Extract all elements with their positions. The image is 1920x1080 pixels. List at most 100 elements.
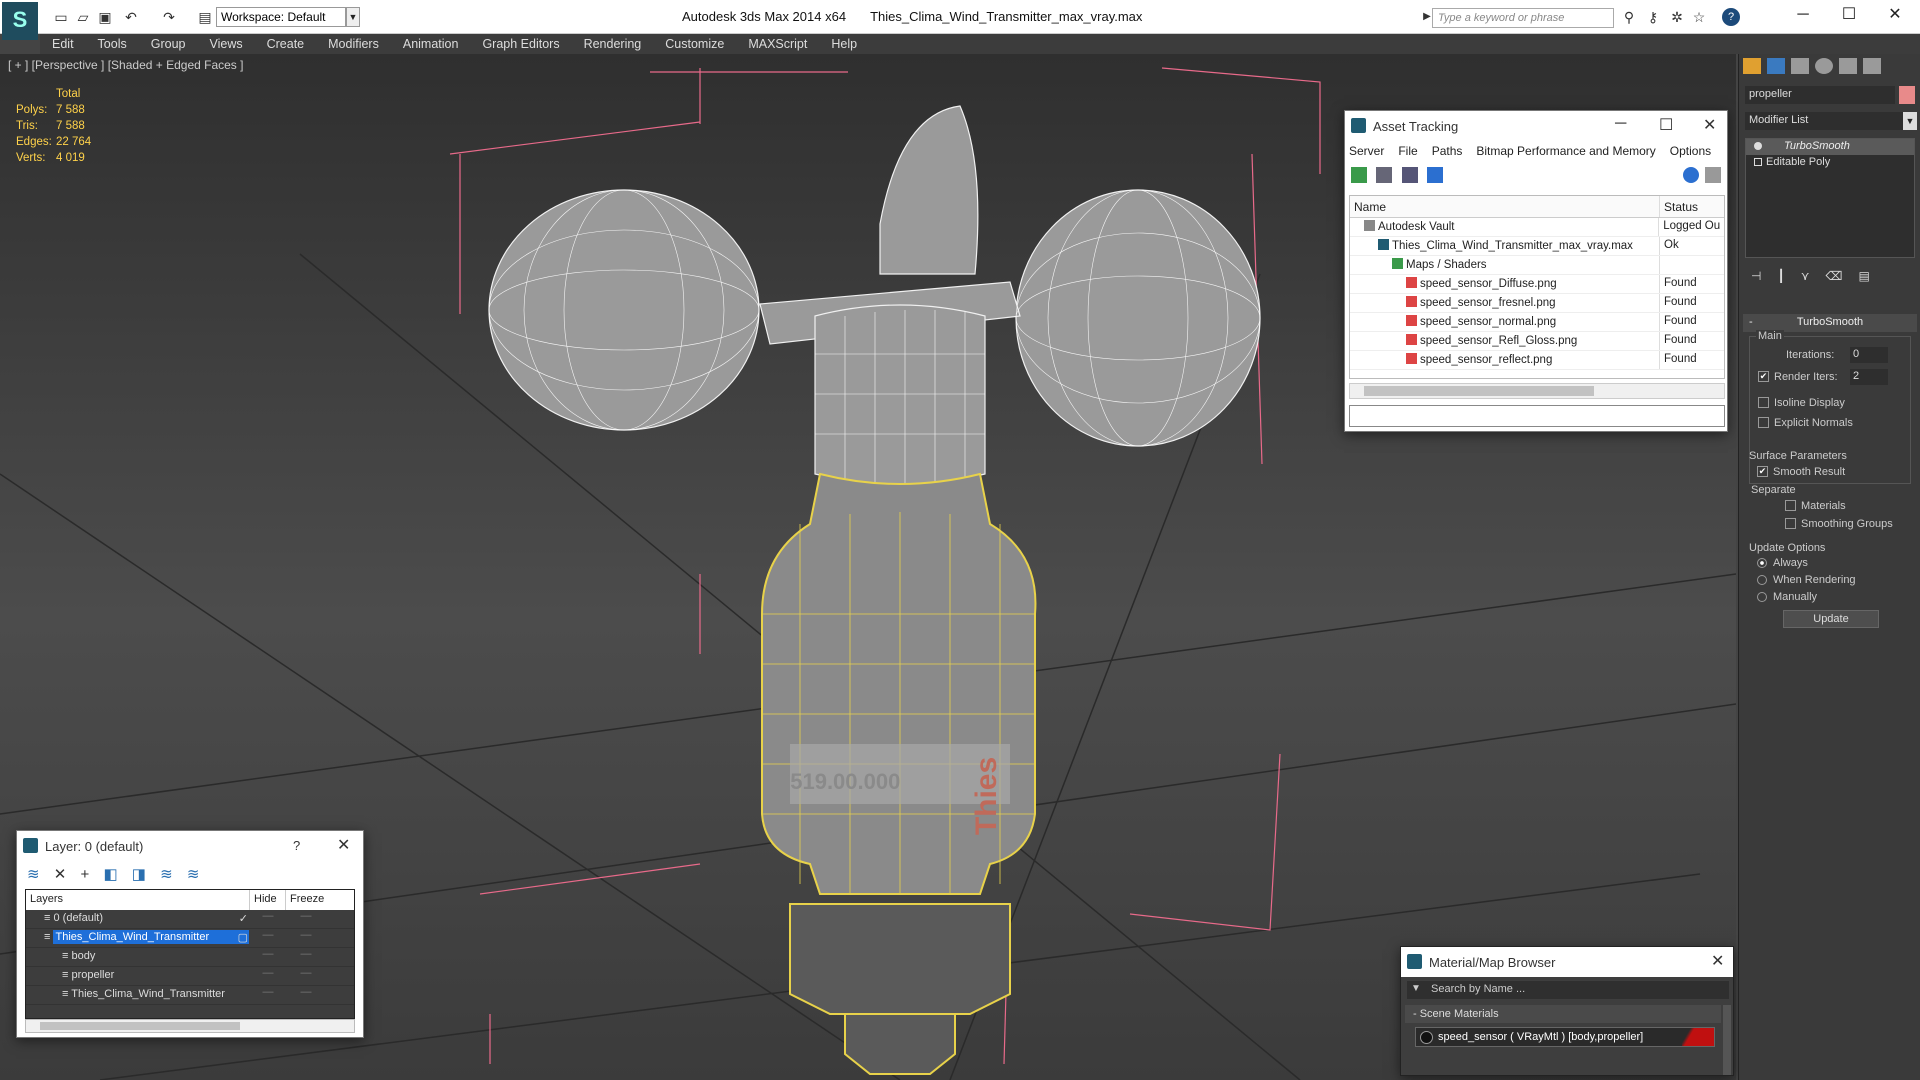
menu-group[interactable]: Group <box>139 34 198 54</box>
hide-toggle[interactable]: — <box>250 948 286 966</box>
menu-maxscript[interactable]: MAXScript <box>736 34 819 54</box>
layer-checkbox[interactable]: ▢ <box>238 931 248 944</box>
menu-rendering[interactable]: Rendering <box>572 34 654 54</box>
freeze-toggle[interactable]: — <box>286 967 326 985</box>
add-to-layer-icon[interactable]: + <box>81 866 90 883</box>
hide-toggle[interactable]: — <box>250 986 286 1004</box>
object-color-swatch[interactable] <box>1899 86 1915 104</box>
maximize-icon[interactable]: ☐ <box>1659 115 1673 135</box>
settings-icon[interactable] <box>1705 167 1721 183</box>
asset-row[interactable]: speed_sensor_Diffuse.png Found <box>1350 275 1724 294</box>
layer-horizontal-scrollbar[interactable] <box>25 1019 355 1033</box>
menu-edit[interactable]: Edit <box>40 34 86 54</box>
layer-dialog-titlebar[interactable]: Layer: 0 (default) ? ✕ <box>17 831 363 861</box>
network-icon[interactable]: ✲ <box>1668 8 1686 26</box>
stack-item-editable-poly[interactable]: Editable Poly <box>1746 155 1914 171</box>
close-icon[interactable]: ✕ <box>1703 115 1716 135</box>
menu-tools[interactable]: Tools <box>86 34 139 54</box>
app-logo-icon[interactable]: S <box>2 2 38 40</box>
help-icon[interactable] <box>1683 167 1699 183</box>
asset-tracking-titlebar[interactable]: Asset Tracking ─ ☐ ✕ <box>1345 111 1727 141</box>
grid-view-icon[interactable] <box>1427 167 1444 183</box>
hierarchy-tab-icon[interactable] <box>1791 58 1809 74</box>
delete-layer-icon[interactable]: ✕ <box>54 866 67 883</box>
close-icon[interactable]: ✕ <box>1711 951 1724 971</box>
select-objects-icon[interactable]: ◧ <box>103 866 117 883</box>
key-icon[interactable]: ⚷ <box>1644 8 1662 26</box>
viewport-label[interactable]: [ + ] [Perspective ] [Shaded + Edged Fac… <box>8 58 243 72</box>
layer-row[interactable]: ≡ Thies_Clima_Wind_Transmitter — — <box>26 986 354 1005</box>
open-file-icon[interactable]: ▱ <box>74 8 92 26</box>
remove-modifier-icon[interactable]: ⌫ <box>1825 269 1842 285</box>
collapse-icon[interactable]: - <box>1749 316 1753 328</box>
expand-icon[interactable] <box>1754 158 1762 166</box>
menu-create[interactable]: Create <box>255 34 317 54</box>
display-tab-icon[interactable] <box>1839 58 1857 74</box>
undo-icon[interactable]: ↶ <box>122 8 140 26</box>
hide-toggle[interactable]: — <box>250 910 286 928</box>
modify-tab-icon[interactable] <box>1767 58 1785 74</box>
asset-row[interactable]: speed_sensor_Refl_Gloss.png Found <box>1350 332 1724 351</box>
material-browser-titlebar[interactable]: Material/Map Browser ✕ <box>1401 947 1733 977</box>
new-file-icon[interactable]: ▭ <box>52 8 70 26</box>
help-icon[interactable]: ? <box>293 838 300 853</box>
list-icon[interactable] <box>1376 167 1393 183</box>
menu-bitmap-performance[interactable]: Bitmap Performance and Memory <box>1476 144 1655 158</box>
hide-toggle[interactable]: — <box>250 929 286 947</box>
menu-file[interactable]: File <box>1398 144 1417 158</box>
freeze-toggle[interactable]: — <box>286 910 326 928</box>
star-icon[interactable]: ☆ <box>1690 8 1708 26</box>
column-freeze[interactable]: Freeze <box>286 890 328 910</box>
menu-views[interactable]: Views <box>197 34 254 54</box>
configure-sets-icon[interactable]: ▤ <box>1858 269 1869 285</box>
scrollbar-thumb[interactable] <box>40 1022 240 1030</box>
smooth-result-checkbox[interactable]: ✔ <box>1757 466 1768 477</box>
dropdown-arrow-icon[interactable]: ▼ <box>1411 983 1421 994</box>
table-icon[interactable] <box>1401 167 1418 183</box>
freeze-toggle[interactable]: — <box>286 986 326 1004</box>
materials-checkbox[interactable] <box>1785 500 1796 511</box>
modifier-list-dropdown[interactable]: Modifier List <box>1745 112 1905 130</box>
column-hide[interactable]: Hide <box>250 890 286 910</box>
lightbulb-icon[interactable] <box>1754 142 1762 150</box>
always-radio[interactable] <box>1757 558 1767 568</box>
menu-options[interactable]: Options <box>1670 144 1711 158</box>
column-status[interactable]: Status <box>1660 196 1702 217</box>
asset-row[interactable]: Thies_Clima_Wind_Transmitter_max_vray.ma… <box>1350 237 1724 256</box>
keyword-search-input[interactable]: Type a keyword or phrase <box>1432 8 1614 28</box>
column-layers[interactable]: Layers <box>26 890 250 910</box>
render-iters-checkbox[interactable]: ✔ <box>1758 371 1769 382</box>
create-tab-icon[interactable] <box>1743 58 1761 74</box>
object-name-field[interactable]: propeller <box>1745 86 1895 104</box>
hide-toggle[interactable]: — <box>250 967 286 985</box>
material-scrollbar[interactable] <box>1723 1005 1731 1075</box>
highlight-layer-icon[interactable]: ◨ <box>132 866 146 883</box>
layer-row[interactable]: ≡ propeller — — <box>26 967 354 986</box>
project-folder-icon[interactable]: ▤ <box>196 8 214 26</box>
asset-horizontal-scrollbar[interactable] <box>1349 383 1725 399</box>
explicit-normals-checkbox[interactable] <box>1758 417 1769 428</box>
freeze-toggle[interactable]: — <box>286 929 326 947</box>
menu-server[interactable]: Server <box>1349 144 1384 158</box>
layer-row[interactable]: ≡ Thies_Clima_Wind_Transmitter ▢ — — <box>26 929 354 948</box>
asset-row[interactable]: speed_sensor_reflect.png Found <box>1350 351 1724 370</box>
menu-animation[interactable]: Animation <box>391 34 471 54</box>
hide-all-icon[interactable]: ≋ <box>160 866 173 883</box>
column-name[interactable]: Name <box>1350 196 1660 217</box>
scene-materials-section[interactable]: - Scene Materials <box>1405 1005 1721 1023</box>
pin-stack-icon[interactable]: ⊣ <box>1751 269 1761 285</box>
menu-modifiers[interactable]: Modifiers <box>316 34 391 54</box>
save-icon[interactable]: ▣ <box>96 8 114 26</box>
minimize-icon[interactable]: ─ <box>1615 115 1626 133</box>
smoothing-groups-checkbox[interactable] <box>1785 518 1796 529</box>
asset-row[interactable]: speed_sensor_fresnel.png Found <box>1350 294 1724 313</box>
active-layer-check-icon[interactable]: ✓ <box>239 912 248 925</box>
isoline-checkbox[interactable] <box>1758 397 1769 408</box>
asset-row[interactable]: Autodesk Vault Logged Ou <box>1350 218 1724 237</box>
material-search-input[interactable]: Search by Name ... <box>1407 981 1729 999</box>
chevron-down-icon[interactable]: ▼ <box>346 7 360 27</box>
freeze-all-icon[interactable]: ≋ <box>187 866 200 883</box>
render-iters-spinner[interactable]: 2 <box>1850 369 1888 385</box>
binoculars-icon[interactable]: ⚲ <box>1620 8 1638 26</box>
menu-customize[interactable]: Customize <box>653 34 736 54</box>
